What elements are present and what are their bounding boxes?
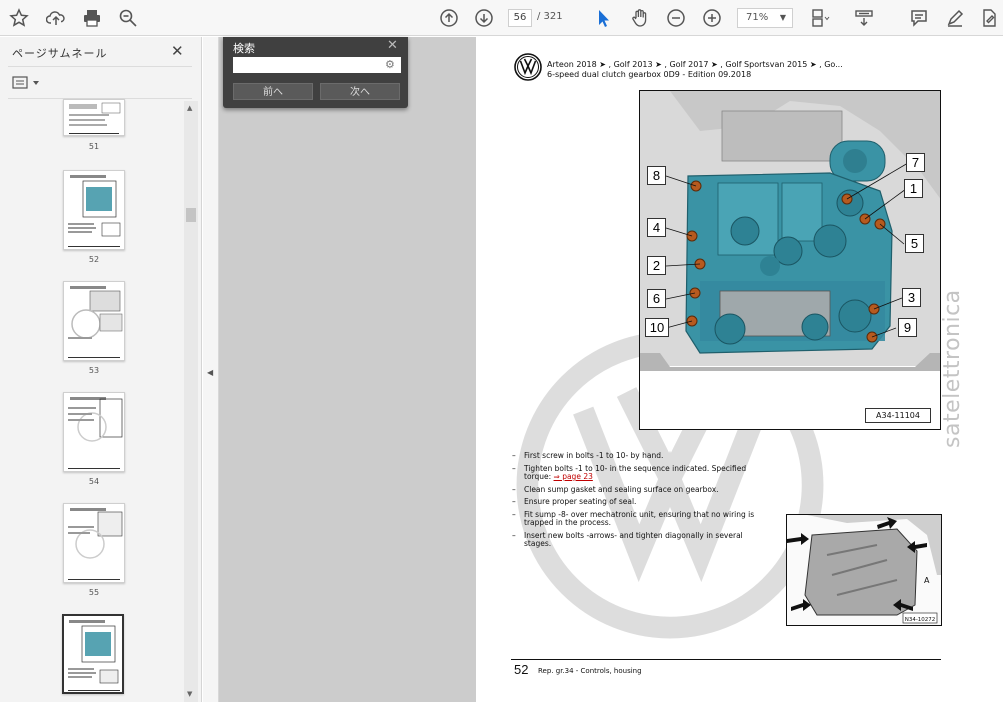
- pdf-viewer: 56 / 321 71% ▼ ページサムネール ✕ 51 52 53 54 55…: [0, 0, 1003, 702]
- chevron-down-icon: ▼: [779, 13, 786, 22]
- callout-label: 5: [905, 234, 924, 253]
- instruction-step: Tighten bolts -1 to 10- in the sequence …: [510, 464, 768, 482]
- step-text: Fit sump -8- over mechatronic unit, ensu…: [524, 509, 755, 527]
- search-next-button[interactable]: 次へ: [320, 83, 400, 100]
- step-text: Insert new bolts -arrows- and tighten di…: [524, 530, 743, 548]
- toolbar: 56 / 321 71% ▼: [0, 0, 1003, 36]
- thumbnail-label: 54: [88, 477, 100, 486]
- upload-cloud-icon[interactable]: [44, 6, 68, 30]
- divider: [8, 66, 192, 67]
- panel-title: ページサムネール: [12, 47, 108, 60]
- page-display-icon[interactable]: [808, 6, 832, 30]
- print-icon[interactable]: [80, 6, 104, 30]
- page-thumbnail[interactable]: [63, 99, 125, 136]
- zoom-value: 71%: [746, 12, 769, 23]
- instruction-step: Ensure proper seating of seal.: [510, 497, 768, 507]
- zoom-out-icon[interactable]: [664, 6, 688, 30]
- search-title: 検索: [233, 42, 255, 55]
- document-header-edition: 6-speed dual clutch gearbox 0D9 - Editio…: [547, 70, 752, 79]
- footer-divider: [511, 659, 941, 660]
- page-thumbnail-current[interactable]: [62, 614, 124, 694]
- instruction-list: First screw in bolts -1 to 10- by hand. …: [510, 451, 768, 553]
- select-cursor-icon[interactable]: [592, 6, 616, 30]
- footer-section: Rep. gr.34 - Controls, housing: [538, 667, 642, 675]
- search-prev-button[interactable]: 前へ: [233, 83, 313, 100]
- page-link[interactable]: ⇒ page 23: [554, 472, 593, 481]
- small-figure-label: A: [924, 576, 930, 585]
- thumbnail-label: 52: [88, 255, 100, 264]
- thumbnail-label: 55: [88, 588, 100, 597]
- callout-label: 8: [647, 166, 666, 185]
- page-total: / 321: [537, 11, 563, 22]
- step-text: Clean sump gasket and sealing surface on…: [524, 484, 719, 494]
- thumbnail-label: 51: [88, 142, 100, 151]
- callout-label: 7: [906, 153, 925, 172]
- page-thumbnail[interactable]: [63, 170, 125, 250]
- thumbnail-label: 53: [88, 366, 100, 375]
- page-thumbnail[interactable]: [63, 392, 125, 472]
- next-page-icon[interactable]: [472, 6, 496, 30]
- prev-page-icon[interactable]: [437, 6, 461, 30]
- figure-id: A34-11104: [865, 408, 931, 423]
- thumbnail-scrollbar[interactable]: [184, 101, 198, 702]
- gear-icon[interactable]: ⚙: [385, 58, 395, 71]
- page-thumbnail[interactable]: [63, 503, 125, 583]
- zoom-select[interactable]: 71% ▼: [737, 8, 793, 28]
- comment-icon[interactable]: [907, 6, 931, 30]
- page-number-input[interactable]: 56: [508, 9, 532, 27]
- instruction-step: First screw in bolts -1 to 10- by hand.: [510, 451, 768, 461]
- star-icon[interactable]: [7, 6, 31, 30]
- search-input[interactable]: [233, 57, 401, 73]
- callout-label: 10: [645, 318, 669, 337]
- close-icon[interactable]: ✕: [387, 38, 398, 53]
- watermark-text: satelettronica: [940, 289, 965, 448]
- zoom-search-icon[interactable]: [116, 6, 140, 30]
- sign-icon[interactable]: [977, 6, 1001, 30]
- instruction-step: Clean sump gasket and sealing surface on…: [510, 484, 768, 495]
- scroll-mode-icon[interactable]: [852, 6, 876, 30]
- sump-figure: N34-10272: [786, 514, 942, 626]
- panel-collapse-handle[interactable]: ◀: [203, 37, 219, 702]
- step-text: Ensure proper seating of seal.: [524, 497, 637, 506]
- callout-label: 9: [898, 318, 917, 337]
- page-thumbnail[interactable]: [63, 281, 125, 361]
- callout-label: 2: [647, 256, 666, 275]
- step-text: First screw in bolts -1 to 10- by hand.: [524, 451, 664, 460]
- scroll-down-icon[interactable]: ▼: [187, 690, 192, 698]
- callout-label: 4: [647, 218, 666, 237]
- mechatronic-figure: [639, 90, 941, 430]
- callout-label: 3: [902, 288, 921, 307]
- callout-label: 6: [647, 289, 666, 308]
- callout-label: 1: [904, 179, 923, 198]
- zoom-in-icon[interactable]: [700, 6, 724, 30]
- instruction-step: Insert new bolts -arrows- and tighten di…: [510, 530, 768, 549]
- pen-icon[interactable]: [943, 6, 967, 30]
- scrollbar-thumb[interactable]: [186, 208, 196, 222]
- small-figure-id: N34-10272: [905, 617, 936, 623]
- footer-page-number: 52: [514, 662, 529, 677]
- vw-logo-icon: [514, 53, 542, 81]
- document-header-models: Arteon 2018 ➤ , Golf 2013 ➤ , Golf 2017 …: [547, 60, 843, 69]
- hand-tool-icon[interactable]: [628, 6, 652, 30]
- chevron-left-icon: ◀: [207, 368, 214, 377]
- instruction-step: Fit sump -8- over mechatronic unit, ensu…: [510, 509, 768, 528]
- thumbnail-options-button[interactable]: [12, 75, 44, 91]
- scroll-up-icon[interactable]: ▲: [187, 104, 192, 112]
- close-icon[interactable]: ✕: [171, 42, 184, 60]
- search-popup: 検索 ✕ ⚙ 前へ 次へ: [223, 37, 408, 108]
